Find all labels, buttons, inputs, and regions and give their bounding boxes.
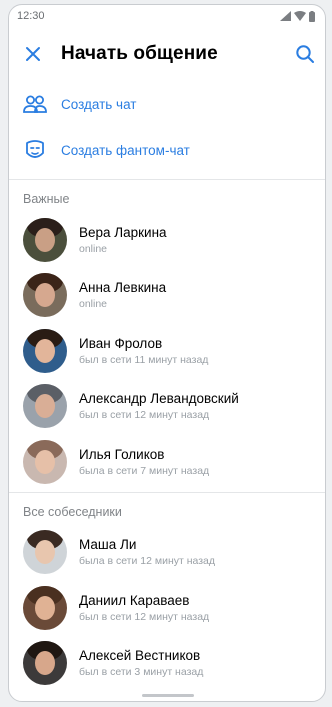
- contact-name: Анна Левкина: [79, 280, 167, 296]
- section-all-header: Все собеседники: [23, 504, 122, 519]
- avatar: [23, 530, 67, 575]
- contact-name: Илья Голиков: [79, 446, 165, 462]
- contact-row[interactable]: Алексей Вестников был в сети 3 минут наза…: [9, 636, 325, 692]
- battery-icon: [309, 10, 315, 22]
- avatar: [23, 439, 67, 484]
- section-important-header: Важные: [23, 192, 70, 206]
- contact-status: была в сети 7 минут назад: [79, 464, 210, 477]
- contact-status: был в сети 11 минут назад: [79, 353, 209, 366]
- contact-name: Александр Левандовский: [79, 391, 239, 407]
- contact-meta: Александр Левандовский был в сети 12 мину…: [79, 390, 239, 422]
- avatar: [23, 217, 67, 262]
- contact-meta: Анна Левкина online: [79, 279, 166, 311]
- avatar: [23, 328, 67, 373]
- avatar-face: [35, 449, 55, 474]
- contact-meta: Алексей Вестников был в сети 3 минут наза…: [79, 647, 203, 679]
- phantom-mask-icon: [26, 140, 44, 158]
- avatar: [23, 585, 67, 630]
- avatar: [23, 641, 67, 686]
- wifi-icon: [294, 11, 306, 21]
- avatar: [23, 273, 67, 318]
- create-chat-button[interactable]: Создать чат: [9, 81, 325, 127]
- create-chat-label: Создать чат: [61, 96, 137, 112]
- contact-meta: Даниил Караваев был в сети 12 минут назад: [79, 592, 209, 624]
- contact-status: была в сети 12 минут назад: [79, 555, 216, 568]
- create-phantom-chat-label: Создать фантом-чат: [61, 142, 190, 158]
- contact-status: был в сети 12 минут назад: [79, 610, 210, 623]
- contact-meta: Маша Ли была в сети 12 минут назад: [79, 536, 215, 568]
- page-title: Начать общение: [61, 43, 218, 64]
- close-icon: [26, 47, 40, 61]
- group-chat-icon: [23, 95, 47, 113]
- contact-row[interactable]: Даниил Караваев был в сети 12 минут назад: [9, 580, 325, 636]
- avatar-face: [35, 595, 55, 620]
- contact-meta: Илья Голиков была в сети 7 минут назад: [79, 446, 209, 478]
- contact-name: Иван Фролов: [79, 335, 163, 351]
- contact-status: online: [79, 242, 108, 255]
- avatar: [23, 384, 67, 429]
- contact-row[interactable]: Анна Левкина online: [9, 268, 325, 324]
- home-indicator: [142, 694, 194, 697]
- contact-row[interactable]: Вера Ларкина online: [9, 212, 325, 268]
- contact-name: Маша Ли: [79, 537, 137, 553]
- signal-icon: [280, 11, 291, 21]
- contact-name: Даниил Караваев: [79, 592, 190, 608]
- avatar-face: [35, 651, 55, 676]
- contact-row[interactable]: Илья Голиков была в сети 7 минут назад: [9, 434, 325, 490]
- create-phantom-chat-button[interactable]: Создать фантом-чат: [9, 127, 325, 173]
- avatar-face: [35, 540, 55, 565]
- contact-meta: Вера Ларкина online: [79, 224, 167, 256]
- close-button[interactable]: [19, 40, 47, 68]
- avatar-face: [35, 283, 55, 308]
- contact-status: был в сети 12 минут назад: [79, 409, 210, 422]
- contact-name: Алексей Вестников: [79, 648, 201, 664]
- search-button[interactable]: [291, 40, 319, 68]
- contact-status: online: [79, 298, 108, 311]
- contact-name: Вера Ларкина: [79, 224, 167, 240]
- avatar-face: [35, 227, 55, 252]
- status-time: 12:30: [17, 10, 45, 22]
- contact-row[interactable]: Маша Ли была в сети 12 минут назад: [9, 525, 325, 581]
- important-contacts-list: Вера Ларкина online Анна Левкина online Иван…: [9, 212, 325, 490]
- app-header: Начать общение: [9, 27, 325, 81]
- contact-status: был в сети 3 минут назад: [79, 666, 204, 679]
- contact-row[interactable]: Александр Левандовский был в сети 12 мину…: [9, 379, 325, 435]
- contact-row[interactable]: Иван Фролов был в сети 11 минут назад: [9, 323, 325, 379]
- avatar-face: [35, 338, 55, 363]
- all-contacts-list: Маша Ли была в сети 12 минут назад Даниил …: [9, 525, 325, 692]
- phone-frame: 12:30 Начать общение Создать чат Создать…: [8, 4, 326, 702]
- status-bar: 12:30: [9, 5, 325, 27]
- contact-meta: Иван Фролов был в сети 11 минут назад: [79, 335, 208, 367]
- search-icon: [296, 45, 314, 63]
- avatar-face: [35, 394, 55, 419]
- status-icons: [280, 10, 315, 22]
